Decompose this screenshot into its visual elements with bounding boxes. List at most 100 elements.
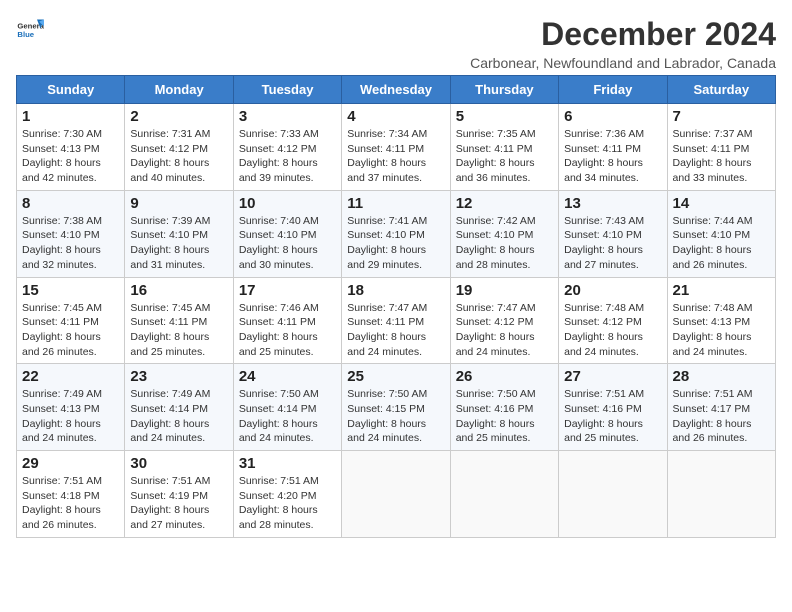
- day-number: 18: [347, 282, 444, 299]
- day-number: 9: [130, 195, 227, 212]
- calendar-cell: 30Sunrise: 7:51 AM Sunset: 4:19 PM Dayli…: [125, 451, 233, 538]
- svg-text:Blue: Blue: [17, 30, 34, 39]
- calendar-cell: 26 Sunrise: 7:50 AM Sunset: 4:16 PM Dayli…: [450, 364, 558, 451]
- day-number: 14: [673, 195, 770, 212]
- day-number: 25: [347, 368, 444, 385]
- day-number: 4: [347, 108, 444, 125]
- calendar-cell: 12Sunrise: 7:42 AM Sunset: 4:10 PM Dayli…: [450, 190, 558, 277]
- day-detail: Sunrise: 7:38 AM Sunset: 4:10 PM Dayligh…: [22, 214, 119, 273]
- calendar-cell: 16 Sunrise: 7:45 AM Sunset: 4:11 PM Dayli…: [125, 277, 233, 364]
- day-detail: Sunrise: 7:36 AM Sunset: 4:11 PM Dayligh…: [564, 127, 661, 186]
- calendar-cell: 5 Sunrise: 7:35 AM Sunset: 4:11 PM Daylig…: [450, 104, 558, 191]
- day-number: 5: [456, 108, 553, 125]
- day-detail: Sunrise: 7:45 AM Sunset: 4:11 PM Dayligh…: [22, 301, 119, 360]
- calendar-cell: 27 Sunrise: 7:51 AM Sunset: 4:16 PM Dayli…: [559, 364, 667, 451]
- calendar-cell: 23 Sunrise: 7:49 AM Sunset: 4:14 PM Dayli…: [125, 364, 233, 451]
- day-number: 10: [239, 195, 336, 212]
- calendar-cell: 10 Sunrise: 7:40 AM Sunset: 4:10 PM Dayli…: [233, 190, 341, 277]
- day-detail: Sunrise: 7:43 AM Sunset: 4:10 PM Dayligh…: [564, 214, 661, 273]
- calendar-body: 1 Sunrise: 7:30 AM Sunset: 4:13 PM Daylig…: [17, 104, 776, 538]
- day-detail: Sunrise: 7:50 AM Sunset: 4:14 PM Dayligh…: [239, 387, 336, 446]
- day-detail: Sunrise: 7:51 AM Sunset: 4:20 PM Dayligh…: [239, 474, 336, 533]
- day-detail: Sunrise: 7:51 AM Sunset: 4:18 PM Dayligh…: [22, 474, 119, 533]
- calendar-cell: 11 Sunrise: 7:41 AM Sunset: 4:10 PM Dayli…: [342, 190, 450, 277]
- calendar-cell: [667, 451, 775, 538]
- calendar-cell: 28 Sunrise: 7:51 AM Sunset: 4:17 PM Dayli…: [667, 364, 775, 451]
- day-detail: Sunrise: 7:30 AM Sunset: 4:13 PM Dayligh…: [22, 127, 119, 186]
- header-wednesday: Wednesday: [342, 76, 450, 104]
- header-row: SundayMondayTuesdayWednesdayThursdayFrid…: [17, 76, 776, 104]
- week-row-5: 29Sunrise: 7:51 AM Sunset: 4:18 PM Dayli…: [17, 451, 776, 538]
- day-detail: Sunrise: 7:51 AM Sunset: 4:17 PM Dayligh…: [673, 387, 770, 446]
- day-detail: Sunrise: 7:47 AM Sunset: 4:11 PM Dayligh…: [347, 301, 444, 360]
- page-subtitle: Carbonear, Newfoundland and Labrador, Ca…: [470, 55, 776, 71]
- calendar-cell: 29Sunrise: 7:51 AM Sunset: 4:18 PM Dayli…: [17, 451, 125, 538]
- day-detail: Sunrise: 7:40 AM Sunset: 4:10 PM Dayligh…: [239, 214, 336, 273]
- day-number: 1: [22, 108, 119, 125]
- day-detail: Sunrise: 7:34 AM Sunset: 4:11 PM Dayligh…: [347, 127, 444, 186]
- header-tuesday: Tuesday: [233, 76, 341, 104]
- day-number: 2: [130, 108, 227, 125]
- day-number: 26: [456, 368, 553, 385]
- calendar-cell: 19Sunrise: 7:47 AM Sunset: 4:12 PM Dayli…: [450, 277, 558, 364]
- day-detail: Sunrise: 7:41 AM Sunset: 4:10 PM Dayligh…: [347, 214, 444, 273]
- calendar-cell: 9Sunrise: 7:39 AM Sunset: 4:10 PM Daylig…: [125, 190, 233, 277]
- week-row-3: 15Sunrise: 7:45 AM Sunset: 4:11 PM Dayli…: [17, 277, 776, 364]
- calendar-cell: 8 Sunrise: 7:38 AM Sunset: 4:10 PM Daylig…: [17, 190, 125, 277]
- title-area: December 2024 Carbonear, Newfoundland an…: [470, 16, 776, 71]
- day-number: 11: [347, 195, 444, 212]
- day-number: 21: [673, 282, 770, 299]
- calendar-cell: 18 Sunrise: 7:47 AM Sunset: 4:11 PM Dayli…: [342, 277, 450, 364]
- calendar-cell: 25 Sunrise: 7:50 AM Sunset: 4:15 PM Dayli…: [342, 364, 450, 451]
- day-number: 31: [239, 455, 336, 472]
- page-title: December 2024: [470, 16, 776, 53]
- calendar-cell: 31 Sunrise: 7:51 AM Sunset: 4:20 PM Dayli…: [233, 451, 341, 538]
- calendar-cell: [559, 451, 667, 538]
- day-detail: Sunrise: 7:49 AM Sunset: 4:13 PM Dayligh…: [22, 387, 119, 446]
- day-detail: Sunrise: 7:33 AM Sunset: 4:12 PM Dayligh…: [239, 127, 336, 186]
- day-number: 6: [564, 108, 661, 125]
- logo: General Blue: [16, 16, 44, 44]
- day-number: 7: [673, 108, 770, 125]
- header-thursday: Thursday: [450, 76, 558, 104]
- day-number: 27: [564, 368, 661, 385]
- week-row-4: 22 Sunrise: 7:49 AM Sunset: 4:13 PM Dayli…: [17, 364, 776, 451]
- day-detail: Sunrise: 7:51 AM Sunset: 4:16 PM Dayligh…: [564, 387, 661, 446]
- calendar-cell: [450, 451, 558, 538]
- day-number: 13: [564, 195, 661, 212]
- calendar-cell: 20 Sunrise: 7:48 AM Sunset: 4:12 PM Dayli…: [559, 277, 667, 364]
- calendar-header: SundayMondayTuesdayWednesdayThursdayFrid…: [17, 76, 776, 104]
- day-number: 22: [22, 368, 119, 385]
- calendar-cell: 17Sunrise: 7:46 AM Sunset: 4:11 PM Dayli…: [233, 277, 341, 364]
- header-friday: Friday: [559, 76, 667, 104]
- calendar-cell: 2 Sunrise: 7:31 AM Sunset: 4:12 PM Daylig…: [125, 104, 233, 191]
- header-saturday: Saturday: [667, 76, 775, 104]
- day-detail: Sunrise: 7:50 AM Sunset: 4:15 PM Dayligh…: [347, 387, 444, 446]
- day-detail: Sunrise: 7:42 AM Sunset: 4:10 PM Dayligh…: [456, 214, 553, 273]
- day-number: 3: [239, 108, 336, 125]
- calendar-cell: 13 Sunrise: 7:43 AM Sunset: 4:10 PM Dayli…: [559, 190, 667, 277]
- day-number: 28: [673, 368, 770, 385]
- day-detail: Sunrise: 7:48 AM Sunset: 4:12 PM Dayligh…: [564, 301, 661, 360]
- day-detail: Sunrise: 7:46 AM Sunset: 4:11 PM Dayligh…: [239, 301, 336, 360]
- logo-icon: General Blue: [16, 16, 44, 44]
- calendar-cell: 22 Sunrise: 7:49 AM Sunset: 4:13 PM Dayli…: [17, 364, 125, 451]
- day-number: 16: [130, 282, 227, 299]
- day-detail: Sunrise: 7:45 AM Sunset: 4:11 PM Dayligh…: [130, 301, 227, 360]
- page-header: General Blue December 2024 Carbonear, Ne…: [16, 16, 776, 71]
- day-number: 20: [564, 282, 661, 299]
- day-detail: Sunrise: 7:37 AM Sunset: 4:11 PM Dayligh…: [673, 127, 770, 186]
- day-number: 23: [130, 368, 227, 385]
- day-number: 30: [130, 455, 227, 472]
- day-detail: Sunrise: 7:47 AM Sunset: 4:12 PM Dayligh…: [456, 301, 553, 360]
- week-row-1: 1 Sunrise: 7:30 AM Sunset: 4:13 PM Daylig…: [17, 104, 776, 191]
- calendar-cell: 15Sunrise: 7:45 AM Sunset: 4:11 PM Dayli…: [17, 277, 125, 364]
- day-detail: Sunrise: 7:49 AM Sunset: 4:14 PM Dayligh…: [130, 387, 227, 446]
- day-number: 8: [22, 195, 119, 212]
- day-detail: Sunrise: 7:50 AM Sunset: 4:16 PM Dayligh…: [456, 387, 553, 446]
- day-detail: Sunrise: 7:35 AM Sunset: 4:11 PM Dayligh…: [456, 127, 553, 186]
- calendar-table: SundayMondayTuesdayWednesdayThursdayFrid…: [16, 75, 776, 538]
- calendar-cell: 3 Sunrise: 7:33 AM Sunset: 4:12 PM Daylig…: [233, 104, 341, 191]
- week-row-2: 8 Sunrise: 7:38 AM Sunset: 4:10 PM Daylig…: [17, 190, 776, 277]
- day-detail: Sunrise: 7:31 AM Sunset: 4:12 PM Dayligh…: [130, 127, 227, 186]
